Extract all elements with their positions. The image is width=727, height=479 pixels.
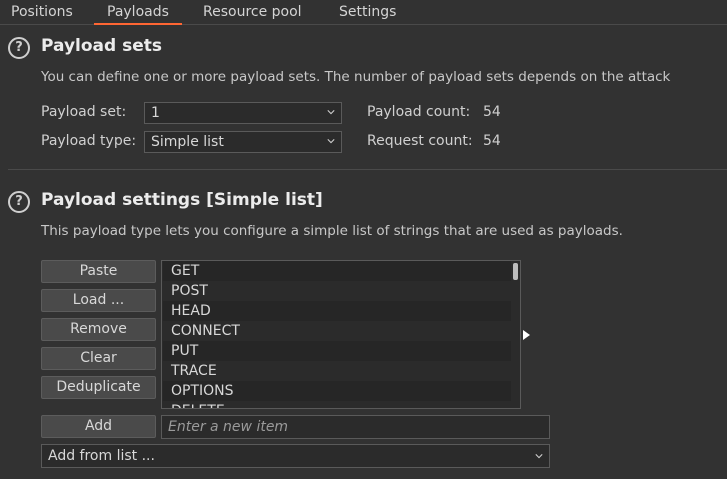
load-button[interactable]: Load ... bbox=[41, 289, 156, 312]
payload-count-label: Payload count: bbox=[367, 104, 471, 120]
list-scrollbar[interactable] bbox=[513, 263, 518, 280]
payload-sets-title: Payload sets bbox=[41, 36, 162, 56]
chevron-down-icon bbox=[535, 454, 543, 459]
payload-type-select[interactable]: Simple list bbox=[144, 131, 342, 153]
payload-count-value: 54 bbox=[483, 104, 501, 120]
list-item[interactable]: HEAD bbox=[163, 301, 511, 321]
new-item-field bbox=[161, 415, 550, 439]
list-item[interactable]: POST bbox=[163, 281, 511, 301]
list-item[interactable]: CONNECT bbox=[163, 321, 511, 341]
payload-type-value: Simple list bbox=[151, 134, 224, 150]
payload-settings-title: Payload settings [Simple list] bbox=[41, 190, 323, 210]
chevron-down-icon bbox=[327, 139, 335, 144]
payload-set-label: Payload set: bbox=[41, 104, 127, 120]
tab-payloads[interactable]: Payloads bbox=[94, 0, 182, 25]
help-icon[interactable]: ? bbox=[8, 37, 30, 59]
add-from-list-select[interactable]: Add from list ... bbox=[41, 444, 550, 468]
payload-settings-description: This payload type lets you configure a s… bbox=[41, 223, 623, 239]
clear-button[interactable]: Clear bbox=[41, 347, 156, 370]
add-from-list-label: Add from list ... bbox=[48, 448, 155, 464]
list-item[interactable]: GET bbox=[163, 261, 511, 281]
payload-type-label: Payload type: bbox=[41, 133, 137, 149]
payload-set-select[interactable]: 1 bbox=[144, 102, 342, 124]
new-item-input[interactable] bbox=[162, 416, 549, 438]
list-item[interactable]: OPTIONS bbox=[163, 381, 511, 401]
deduplicate-button[interactable]: Deduplicate bbox=[41, 376, 156, 399]
list-item[interactable]: TRACE bbox=[163, 361, 511, 381]
paste-button[interactable]: Paste bbox=[41, 260, 156, 283]
list-item[interactable]: PUT bbox=[163, 341, 511, 361]
help-icon[interactable]: ? bbox=[8, 191, 30, 213]
payload-sets-description: You can define one or more payload sets.… bbox=[41, 69, 671, 85]
tab-resource-pool[interactable]: Resource pool bbox=[203, 0, 302, 24]
tab-settings[interactable]: Settings bbox=[339, 0, 396, 24]
tab-positions[interactable]: Positions bbox=[11, 0, 73, 24]
add-button[interactable]: Add bbox=[41, 415, 156, 438]
chevron-down-icon bbox=[327, 110, 335, 115]
expand-arrow-icon[interactable] bbox=[523, 330, 530, 340]
payload-set-value: 1 bbox=[151, 105, 160, 121]
section-divider bbox=[8, 169, 727, 170]
payload-list[interactable]: GET POST HEAD CONNECT PUT TRACE OPTIONS … bbox=[161, 260, 521, 409]
remove-button[interactable]: Remove bbox=[41, 318, 156, 341]
tab-bar: Positions Payloads Resource pool Setting… bbox=[0, 0, 727, 25]
request-count-value: 54 bbox=[483, 133, 501, 149]
list-item[interactable]: DELETE bbox=[163, 401, 511, 408]
request-count-label: Request count: bbox=[367, 133, 473, 149]
